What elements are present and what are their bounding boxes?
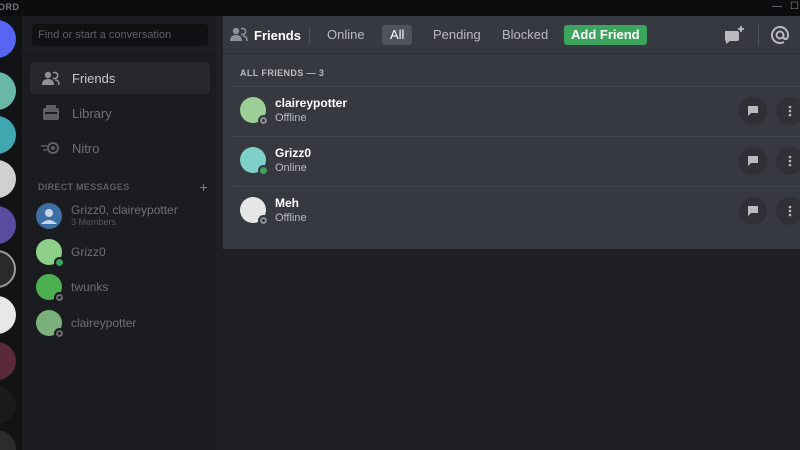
offline-status-icon (258, 115, 269, 126)
dm-name: claireypotter (71, 315, 137, 330)
friend-name: Meh (275, 196, 299, 210)
channel-sidebar: Find or start a conversation Friends Lib… (22, 16, 216, 450)
avatar (240, 197, 269, 226)
message-icon (748, 106, 758, 116)
server-icon[interactable] (0, 296, 16, 334)
offline-status-icon (258, 215, 269, 226)
more-options-button[interactable] (776, 147, 800, 175)
sidebar-item-label: Library (72, 105, 112, 121)
tab-pending[interactable]: Pending (425, 25, 489, 45)
sidebar-item-label: Friends (72, 70, 116, 86)
dm-name: twunks (71, 279, 109, 294)
server-icon[interactable] (0, 72, 16, 110)
divider (758, 25, 759, 45)
divider (233, 186, 800, 187)
tab-online[interactable]: Online (319, 25, 373, 45)
new-group-dm-icon[interactable] (723, 25, 745, 50)
dm-name: Grizz0, claireypotter (71, 203, 178, 217)
avatar (36, 274, 65, 303)
message-icon (748, 156, 758, 166)
server-icon[interactable] (0, 342, 16, 380)
divider (233, 136, 800, 137)
divider (22, 54, 216, 55)
online-status-icon (54, 257, 65, 268)
offline-status-icon (54, 328, 65, 339)
tab-blocked[interactable]: Blocked (494, 25, 556, 45)
friend-name: Grizz0 (275, 146, 312, 160)
dm-name: Grizz0 (71, 244, 106, 259)
avatar (36, 310, 65, 339)
divider (309, 27, 310, 43)
dm-member-count: 3 Members (71, 217, 117, 227)
server-icon[interactable] (0, 386, 16, 424)
page-title: Friends (254, 28, 301, 43)
friend-status: Offline (275, 112, 307, 124)
friend-row[interactable]: Meh Offline (233, 186, 800, 236)
friend-name: claireypotter (275, 96, 348, 110)
friend-row[interactable]: Grizz0 Online (233, 136, 800, 186)
sidebar-item-friends[interactable]: Friends (30, 62, 210, 94)
home-button[interactable] (0, 20, 16, 58)
friends-icon (40, 67, 62, 89)
server-rail (0, 16, 22, 450)
mention-icon[interactable] (770, 25, 790, 50)
message-button[interactable] (739, 197, 767, 225)
dm-item[interactable]: claireypotter (30, 306, 210, 340)
friend-status: Online (275, 162, 307, 174)
avatar (240, 97, 269, 126)
more-icon (788, 105, 792, 117)
more-icon (788, 155, 792, 167)
message-button[interactable] (739, 97, 767, 125)
server-icon[interactable] (0, 206, 16, 244)
divider (233, 86, 800, 87)
server-icon[interactable] (0, 116, 16, 154)
friends-count-header: ALL FRIENDS — 3 (240, 68, 325, 78)
group-avatar (36, 203, 62, 229)
create-dm-button[interactable]: + (200, 179, 208, 195)
friends-toolbar: Friends Online All Pending Blocked Add F… (223, 16, 800, 54)
dm-item[interactable]: twunks (30, 270, 210, 304)
more-icon (788, 205, 792, 217)
main-content: Friends Online All Pending Blocked Add F… (216, 16, 800, 450)
server-icon[interactable] (0, 160, 16, 198)
friends-panel: Friends Online All Pending Blocked Add F… (223, 16, 800, 249)
app-brand: ORD (0, 2, 20, 12)
library-icon (40, 102, 62, 124)
nitro-icon (40, 137, 62, 159)
dm-item[interactable]: Grizz0, claireypotter 3 Members (30, 199, 210, 233)
avatar (240, 147, 269, 176)
friend-status: Offline (275, 212, 307, 224)
message-button[interactable] (739, 147, 767, 175)
server-icon[interactable] (0, 250, 16, 288)
dm-section-header: DIRECT MESSAGES + (38, 179, 208, 195)
minimize-button[interactable]: — (772, 1, 782, 12)
sidebar-item-library[interactable]: Library (30, 97, 210, 129)
tab-all[interactable]: All (382, 25, 413, 45)
avatar (36, 239, 65, 268)
friend-row[interactable]: claireypotter Offline (233, 86, 800, 136)
dm-item[interactable]: Grizz0 (30, 235, 210, 269)
online-status-icon (258, 165, 269, 176)
friends-icon (230, 26, 248, 47)
sidebar-item-label: Nitro (72, 140, 100, 156)
message-icon (748, 206, 758, 216)
maximize-button[interactable]: ☐ (790, 1, 799, 12)
title-bar: ORD — ☐ (0, 0, 800, 16)
more-options-button[interactable] (776, 97, 800, 125)
more-options-button[interactable] (776, 197, 800, 225)
search-input[interactable]: Find or start a conversation (32, 24, 208, 46)
dm-header-label: DIRECT MESSAGES (38, 182, 130, 192)
server-icon[interactable] (0, 430, 16, 450)
add-friend-button[interactable]: Add Friend (564, 25, 647, 45)
offline-status-icon (54, 292, 65, 303)
sidebar-item-nitro[interactable]: Nitro (30, 132, 210, 164)
